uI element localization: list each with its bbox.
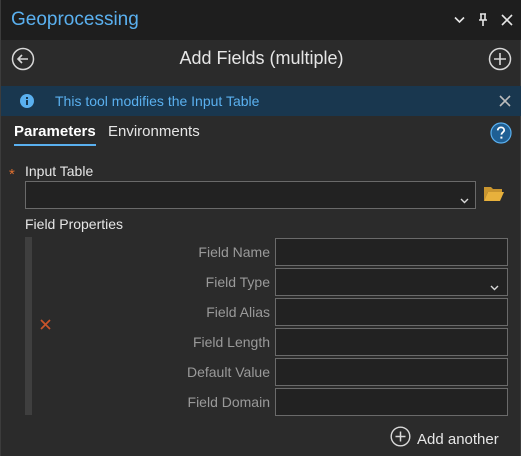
- geoprocessing-pane: Geoprocessing Add Fields (multiple) This…: [0, 0, 521, 456]
- default-value-row: Default Value: [1, 358, 521, 386]
- info-icon: [19, 93, 35, 109]
- banner-message: This tool modifies the Input Table: [55, 93, 260, 109]
- field-type-row: Field Type: [1, 268, 521, 296]
- tool-tabs: Parameters Environments: [1, 122, 521, 150]
- field-type-label: Field Type: [205, 274, 270, 290]
- field-length-input[interactable]: [275, 328, 508, 356]
- pin-icon[interactable]: [476, 12, 490, 28]
- add-circle-icon[interactable]: [488, 47, 512, 71]
- field-length-label: Field Length: [192, 334, 270, 350]
- field-name-row: Field Name: [1, 238, 521, 266]
- default-value-input[interactable]: [275, 358, 508, 386]
- field-name-input[interactable]: [275, 238, 508, 266]
- tool-header: Add Fields (multiple): [1, 40, 521, 84]
- close-icon[interactable]: [500, 12, 514, 28]
- required-marker: *: [9, 166, 15, 183]
- default-value-label: Default Value: [186, 364, 270, 380]
- field-domain-input[interactable]: [275, 388, 508, 416]
- field-name-label: Field Name: [198, 244, 270, 260]
- chevron-down-icon[interactable]: [460, 191, 469, 209]
- chevron-down-icon[interactable]: [452, 12, 466, 28]
- add-circle-icon: [390, 426, 411, 452]
- field-length-row: Field Length: [1, 328, 521, 356]
- close-icon[interactable]: [498, 94, 512, 108]
- chevron-down-icon[interactable]: [490, 278, 499, 294]
- pane-title: Geoprocessing: [11, 9, 139, 30]
- pane-window-controls: [452, 12, 514, 28]
- pane-titlebar: Geoprocessing: [1, 0, 521, 40]
- tab-parameters[interactable]: Parameters: [14, 123, 96, 146]
- add-another-button[interactable]: Add another: [390, 426, 499, 452]
- folder-icon[interactable]: [483, 184, 505, 204]
- field-alias-label: Field Alias: [206, 304, 270, 320]
- field-type-dropdown[interactable]: [275, 268, 508, 296]
- field-domain-label: Field Domain: [187, 394, 270, 410]
- help-icon[interactable]: [490, 122, 512, 144]
- tab-environments[interactable]: Environments: [108, 123, 200, 140]
- info-banner: This tool modifies the Input Table: [1, 86, 521, 116]
- input-table-combobox[interactable]: [25, 181, 476, 209]
- add-another-label: Add another: [417, 430, 499, 448]
- field-domain-row: Field Domain: [1, 388, 521, 416]
- field-alias-input[interactable]: [275, 298, 508, 326]
- field-alias-row: Field Alias: [1, 298, 521, 326]
- input-table-label: Input Table: [25, 163, 94, 179]
- field-properties-label: Field Properties: [25, 216, 124, 232]
- tool-title: Add Fields (multiple): [179, 48, 344, 68]
